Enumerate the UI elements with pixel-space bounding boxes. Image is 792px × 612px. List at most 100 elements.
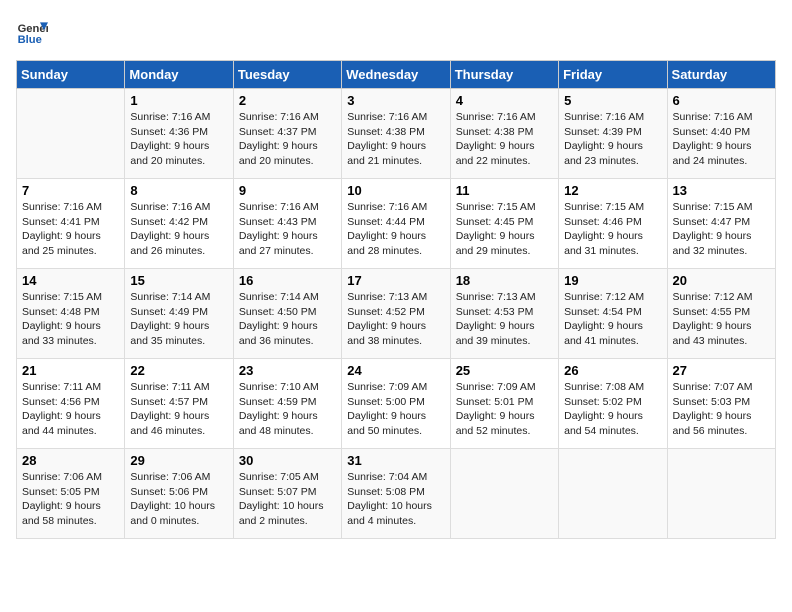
calendar-cell: 28Sunrise: 7:06 AM Sunset: 5:05 PM Dayli…	[17, 449, 125, 539]
calendar-cell: 26 Sunrise: 7:08 AM Sunset: 5:02 PM Dayli…	[559, 359, 667, 449]
day-number: 30	[239, 453, 336, 468]
calendar-week-row: 7 Sunrise: 7:16 AM Sunset: 4:41 PM Daylig…	[17, 179, 776, 269]
column-header-monday: Monday	[125, 61, 233, 89]
calendar-cell: 1 Sunrise: 7:16 AM Sunset: 4:36 PM Daylig…	[125, 89, 233, 179]
day-number: 29	[130, 453, 227, 468]
calendar-cell	[17, 89, 125, 179]
calendar-cell	[667, 449, 775, 539]
day-number: 7	[22, 183, 119, 198]
calendar-cell: 12 Sunrise: 7:15 AM Sunset: 4:46 PM Dayli…	[559, 179, 667, 269]
day-info: Sunrise: 7:12 AM Sunset: 4:55 PM Dayligh…	[673, 290, 770, 349]
day-info: Sunrise: 7:16 AM Sunset: 4:39 PM Dayligh…	[564, 110, 661, 169]
day-number: 16	[239, 273, 336, 288]
day-info: Sunrise: 7:06 AM Sunset: 5:05 PM Dayligh…	[22, 470, 119, 529]
calendar-week-row: 28Sunrise: 7:06 AM Sunset: 5:05 PM Dayli…	[17, 449, 776, 539]
calendar-table: SundayMondayTuesdayWednesdayThursdayFrid…	[16, 60, 776, 539]
day-info: Sunrise: 7:14 AM Sunset: 4:49 PM Dayligh…	[130, 290, 227, 349]
day-info: Sunrise: 7:08 AM Sunset: 5:02 PM Dayligh…	[564, 380, 661, 439]
column-header-friday: Friday	[559, 61, 667, 89]
calendar-cell: 17 Sunrise: 7:13 AM Sunset: 4:52 PM Dayli…	[342, 269, 450, 359]
day-number: 5	[564, 93, 661, 108]
day-number: 11	[456, 183, 553, 198]
calendar-cell: 11 Sunrise: 7:15 AM Sunset: 4:45 PM Dayli…	[450, 179, 558, 269]
calendar-cell: 3 Sunrise: 7:16 AM Sunset: 4:38 PM Daylig…	[342, 89, 450, 179]
day-info: Sunrise: 7:05 AM Sunset: 5:07 PM Dayligh…	[239, 470, 336, 529]
day-number: 1	[130, 93, 227, 108]
calendar-cell: 14 Sunrise: 7:15 AM Sunset: 4:48 PM Dayli…	[17, 269, 125, 359]
day-number: 14	[22, 273, 119, 288]
day-info: Sunrise: 7:09 AM Sunset: 5:00 PM Dayligh…	[347, 380, 444, 439]
day-info: Sunrise: 7:16 AM Sunset: 4:40 PM Dayligh…	[673, 110, 770, 169]
day-info: Sunrise: 7:15 AM Sunset: 4:45 PM Dayligh…	[456, 200, 553, 259]
day-info: Sunrise: 7:13 AM Sunset: 4:52 PM Dayligh…	[347, 290, 444, 349]
day-number: 24	[347, 363, 444, 378]
calendar-cell: 7 Sunrise: 7:16 AM Sunset: 4:41 PM Daylig…	[17, 179, 125, 269]
day-number: 26	[564, 363, 661, 378]
calendar-cell: 21 Sunrise: 7:11 AM Sunset: 4:56 PM Dayli…	[17, 359, 125, 449]
day-info: Sunrise: 7:09 AM Sunset: 5:01 PM Dayligh…	[456, 380, 553, 439]
day-info: Sunrise: 7:06 AM Sunset: 5:06 PM Dayligh…	[130, 470, 227, 529]
calendar-cell: 31Sunrise: 7:04 AM Sunset: 5:08 PM Dayli…	[342, 449, 450, 539]
day-number: 8	[130, 183, 227, 198]
day-number: 17	[347, 273, 444, 288]
day-number: 27	[673, 363, 770, 378]
column-header-tuesday: Tuesday	[233, 61, 341, 89]
day-info: Sunrise: 7:16 AM Sunset: 4:36 PM Dayligh…	[130, 110, 227, 169]
calendar-cell: 15 Sunrise: 7:14 AM Sunset: 4:49 PM Dayli…	[125, 269, 233, 359]
day-number: 10	[347, 183, 444, 198]
day-number: 12	[564, 183, 661, 198]
calendar-cell: 8Sunrise: 7:16 AM Sunset: 4:42 PM Daylig…	[125, 179, 233, 269]
day-info: Sunrise: 7:16 AM Sunset: 4:41 PM Dayligh…	[22, 200, 119, 259]
column-header-sunday: Sunday	[17, 61, 125, 89]
day-number: 31	[347, 453, 444, 468]
day-number: 3	[347, 93, 444, 108]
calendar-week-row: 14 Sunrise: 7:15 AM Sunset: 4:48 PM Dayli…	[17, 269, 776, 359]
column-header-thursday: Thursday	[450, 61, 558, 89]
calendar-cell	[559, 449, 667, 539]
calendar-header-row: SundayMondayTuesdayWednesdayThursdayFrid…	[17, 61, 776, 89]
calendar-cell: 27 Sunrise: 7:07 AM Sunset: 5:03 PM Dayli…	[667, 359, 775, 449]
day-info: Sunrise: 7:16 AM Sunset: 4:43 PM Dayligh…	[239, 200, 336, 259]
calendar-cell: 22Sunrise: 7:11 AM Sunset: 4:57 PM Dayli…	[125, 359, 233, 449]
day-number: 15	[130, 273, 227, 288]
day-info: Sunrise: 7:15 AM Sunset: 4:47 PM Dayligh…	[673, 200, 770, 259]
day-number: 23	[239, 363, 336, 378]
calendar-cell: 29 Sunrise: 7:06 AM Sunset: 5:06 PM Dayli…	[125, 449, 233, 539]
day-number: 20	[673, 273, 770, 288]
calendar-cell: 25 Sunrise: 7:09 AM Sunset: 5:01 PM Dayli…	[450, 359, 558, 449]
day-info: Sunrise: 7:16 AM Sunset: 4:44 PM Dayligh…	[347, 200, 444, 259]
calendar-cell: 24 Sunrise: 7:09 AM Sunset: 5:00 PM Dayli…	[342, 359, 450, 449]
calendar-cell: 20 Sunrise: 7:12 AM Sunset: 4:55 PM Dayli…	[667, 269, 775, 359]
day-info: Sunrise: 7:15 AM Sunset: 4:48 PM Dayligh…	[22, 290, 119, 349]
day-info: Sunrise: 7:13 AM Sunset: 4:53 PM Dayligh…	[456, 290, 553, 349]
day-info: Sunrise: 7:07 AM Sunset: 5:03 PM Dayligh…	[673, 380, 770, 439]
calendar-week-row: 21 Sunrise: 7:11 AM Sunset: 4:56 PM Dayli…	[17, 359, 776, 449]
calendar-cell: 16 Sunrise: 7:14 AM Sunset: 4:50 PM Dayli…	[233, 269, 341, 359]
calendar-week-row: 1 Sunrise: 7:16 AM Sunset: 4:36 PM Daylig…	[17, 89, 776, 179]
day-number: 19	[564, 273, 661, 288]
day-number: 13	[673, 183, 770, 198]
calendar-cell: 4Sunrise: 7:16 AM Sunset: 4:38 PM Daylig…	[450, 89, 558, 179]
svg-text:Blue: Blue	[18, 34, 42, 46]
calendar-cell: 18Sunrise: 7:13 AM Sunset: 4:53 PM Dayli…	[450, 269, 558, 359]
day-info: Sunrise: 7:14 AM Sunset: 4:50 PM Dayligh…	[239, 290, 336, 349]
day-number: 21	[22, 363, 119, 378]
day-number: 22	[130, 363, 227, 378]
day-info: Sunrise: 7:11 AM Sunset: 4:56 PM Dayligh…	[22, 380, 119, 439]
day-info: Sunrise: 7:16 AM Sunset: 4:38 PM Dayligh…	[347, 110, 444, 169]
day-number: 25	[456, 363, 553, 378]
day-info: Sunrise: 7:10 AM Sunset: 4:59 PM Dayligh…	[239, 380, 336, 439]
day-info: Sunrise: 7:12 AM Sunset: 4:54 PM Dayligh…	[564, 290, 661, 349]
calendar-cell: 9 Sunrise: 7:16 AM Sunset: 4:43 PM Daylig…	[233, 179, 341, 269]
day-number: 2	[239, 93, 336, 108]
logo-icon: General Blue	[16, 16, 48, 48]
day-info: Sunrise: 7:15 AM Sunset: 4:46 PM Dayligh…	[564, 200, 661, 259]
column-header-wednesday: Wednesday	[342, 61, 450, 89]
calendar-cell: 10 Sunrise: 7:16 AM Sunset: 4:44 PM Dayli…	[342, 179, 450, 269]
day-info: Sunrise: 7:16 AM Sunset: 4:37 PM Dayligh…	[239, 110, 336, 169]
day-number: 9	[239, 183, 336, 198]
calendar-cell: 13 Sunrise: 7:15 AM Sunset: 4:47 PM Dayli…	[667, 179, 775, 269]
page-header: General Blue	[16, 16, 776, 48]
calendar-cell: 19 Sunrise: 7:12 AM Sunset: 4:54 PM Dayli…	[559, 269, 667, 359]
calendar-cell: 30 Sunrise: 7:05 AM Sunset: 5:07 PM Dayli…	[233, 449, 341, 539]
